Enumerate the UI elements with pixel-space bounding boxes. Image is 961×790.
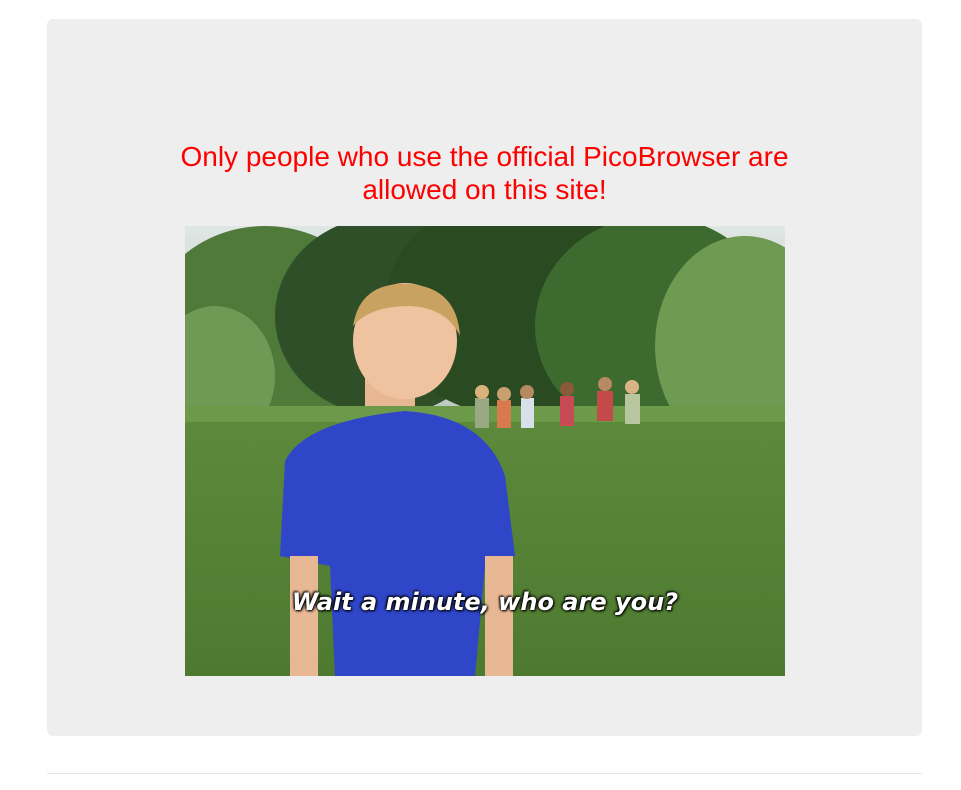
message-line-1: Only people who use the official PicoBro… — [180, 141, 789, 172]
jumbotron-panel: Only people who use the official PicoBro… — [47, 19, 922, 736]
access-denied-message: Only people who use the official PicoBro… — [47, 140, 922, 206]
footer-divider — [47, 773, 922, 774]
gif-caption: Wait a minute, who are you? — [291, 588, 679, 616]
message-line-2: allowed on this site! — [362, 174, 607, 205]
meme-gif-image: Wait a minute, who are you? — [185, 226, 785, 676]
